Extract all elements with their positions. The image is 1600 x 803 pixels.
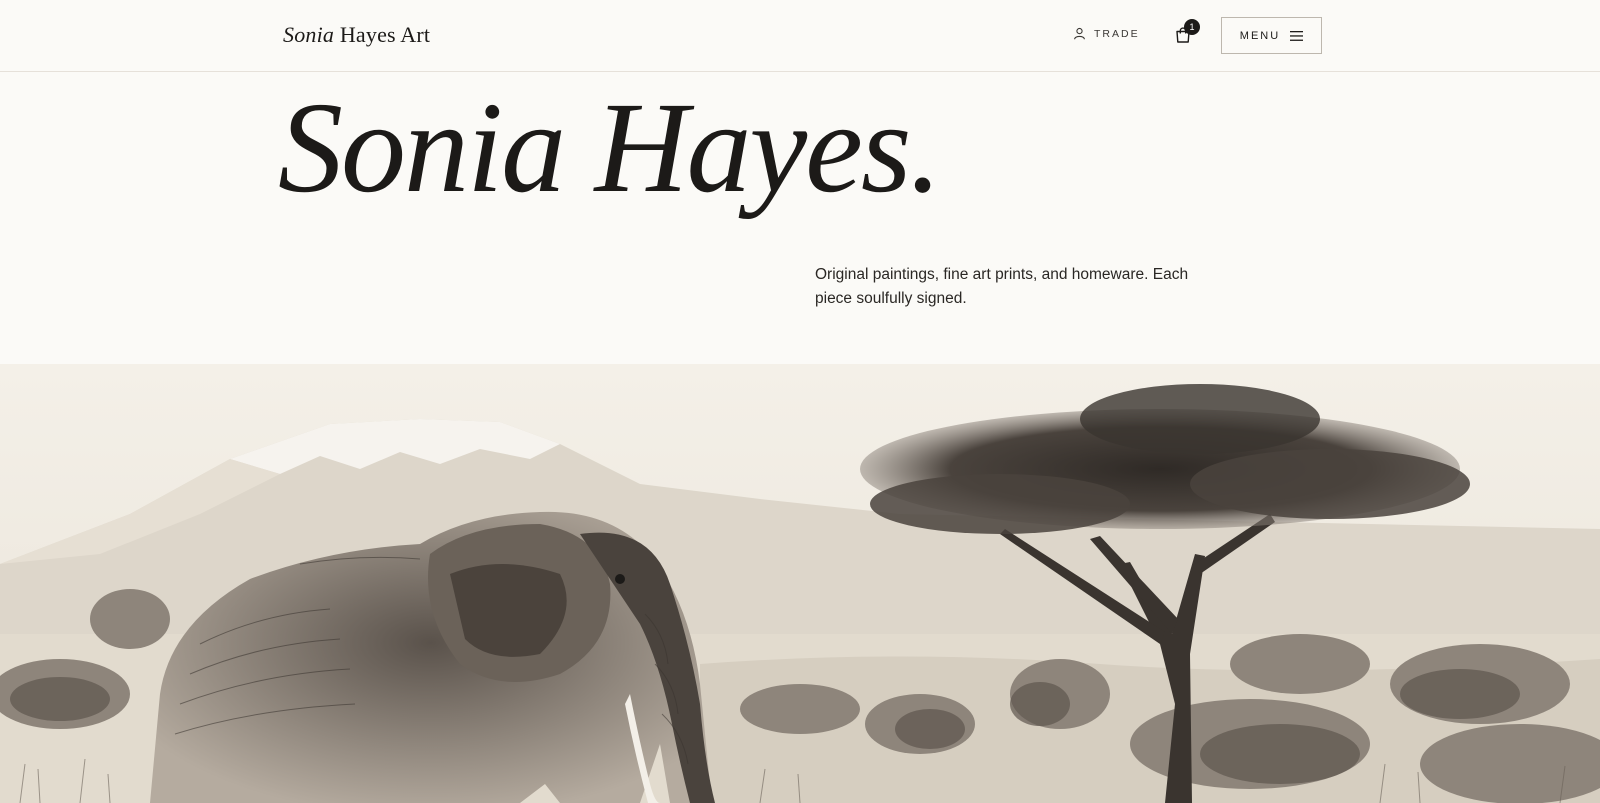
cart-button[interactable]: 1 — [1172, 19, 1200, 47]
hero-subtitle: Original paintings, fine art prints, and… — [815, 266, 1189, 307]
site-logo[interactable]: Sonia Hayes Art — [283, 22, 430, 48]
logo-italic-text: Sonia — [283, 22, 335, 47]
cart-count-badge: 1 — [1184, 19, 1200, 35]
menu-label: MENU — [1239, 29, 1281, 42]
trade-link[interactable]: TRADE — [1073, 27, 1140, 40]
hamburger-icon — [1290, 30, 1304, 41]
site-header: Sonia Hayes Art TRADE 1 MENU — [0, 0, 1600, 72]
menu-button[interactable]: MENU — [1221, 17, 1322, 54]
hero-artwork — [0, 364, 1600, 803]
elephant-acacia-illustration — [0, 364, 1600, 803]
hero-title: Sonia Hayes. — [278, 76, 942, 220]
user-icon — [1074, 27, 1085, 40]
logo-text: Hayes Art — [339, 22, 431, 47]
trade-label: TRADE — [1094, 27, 1140, 40]
